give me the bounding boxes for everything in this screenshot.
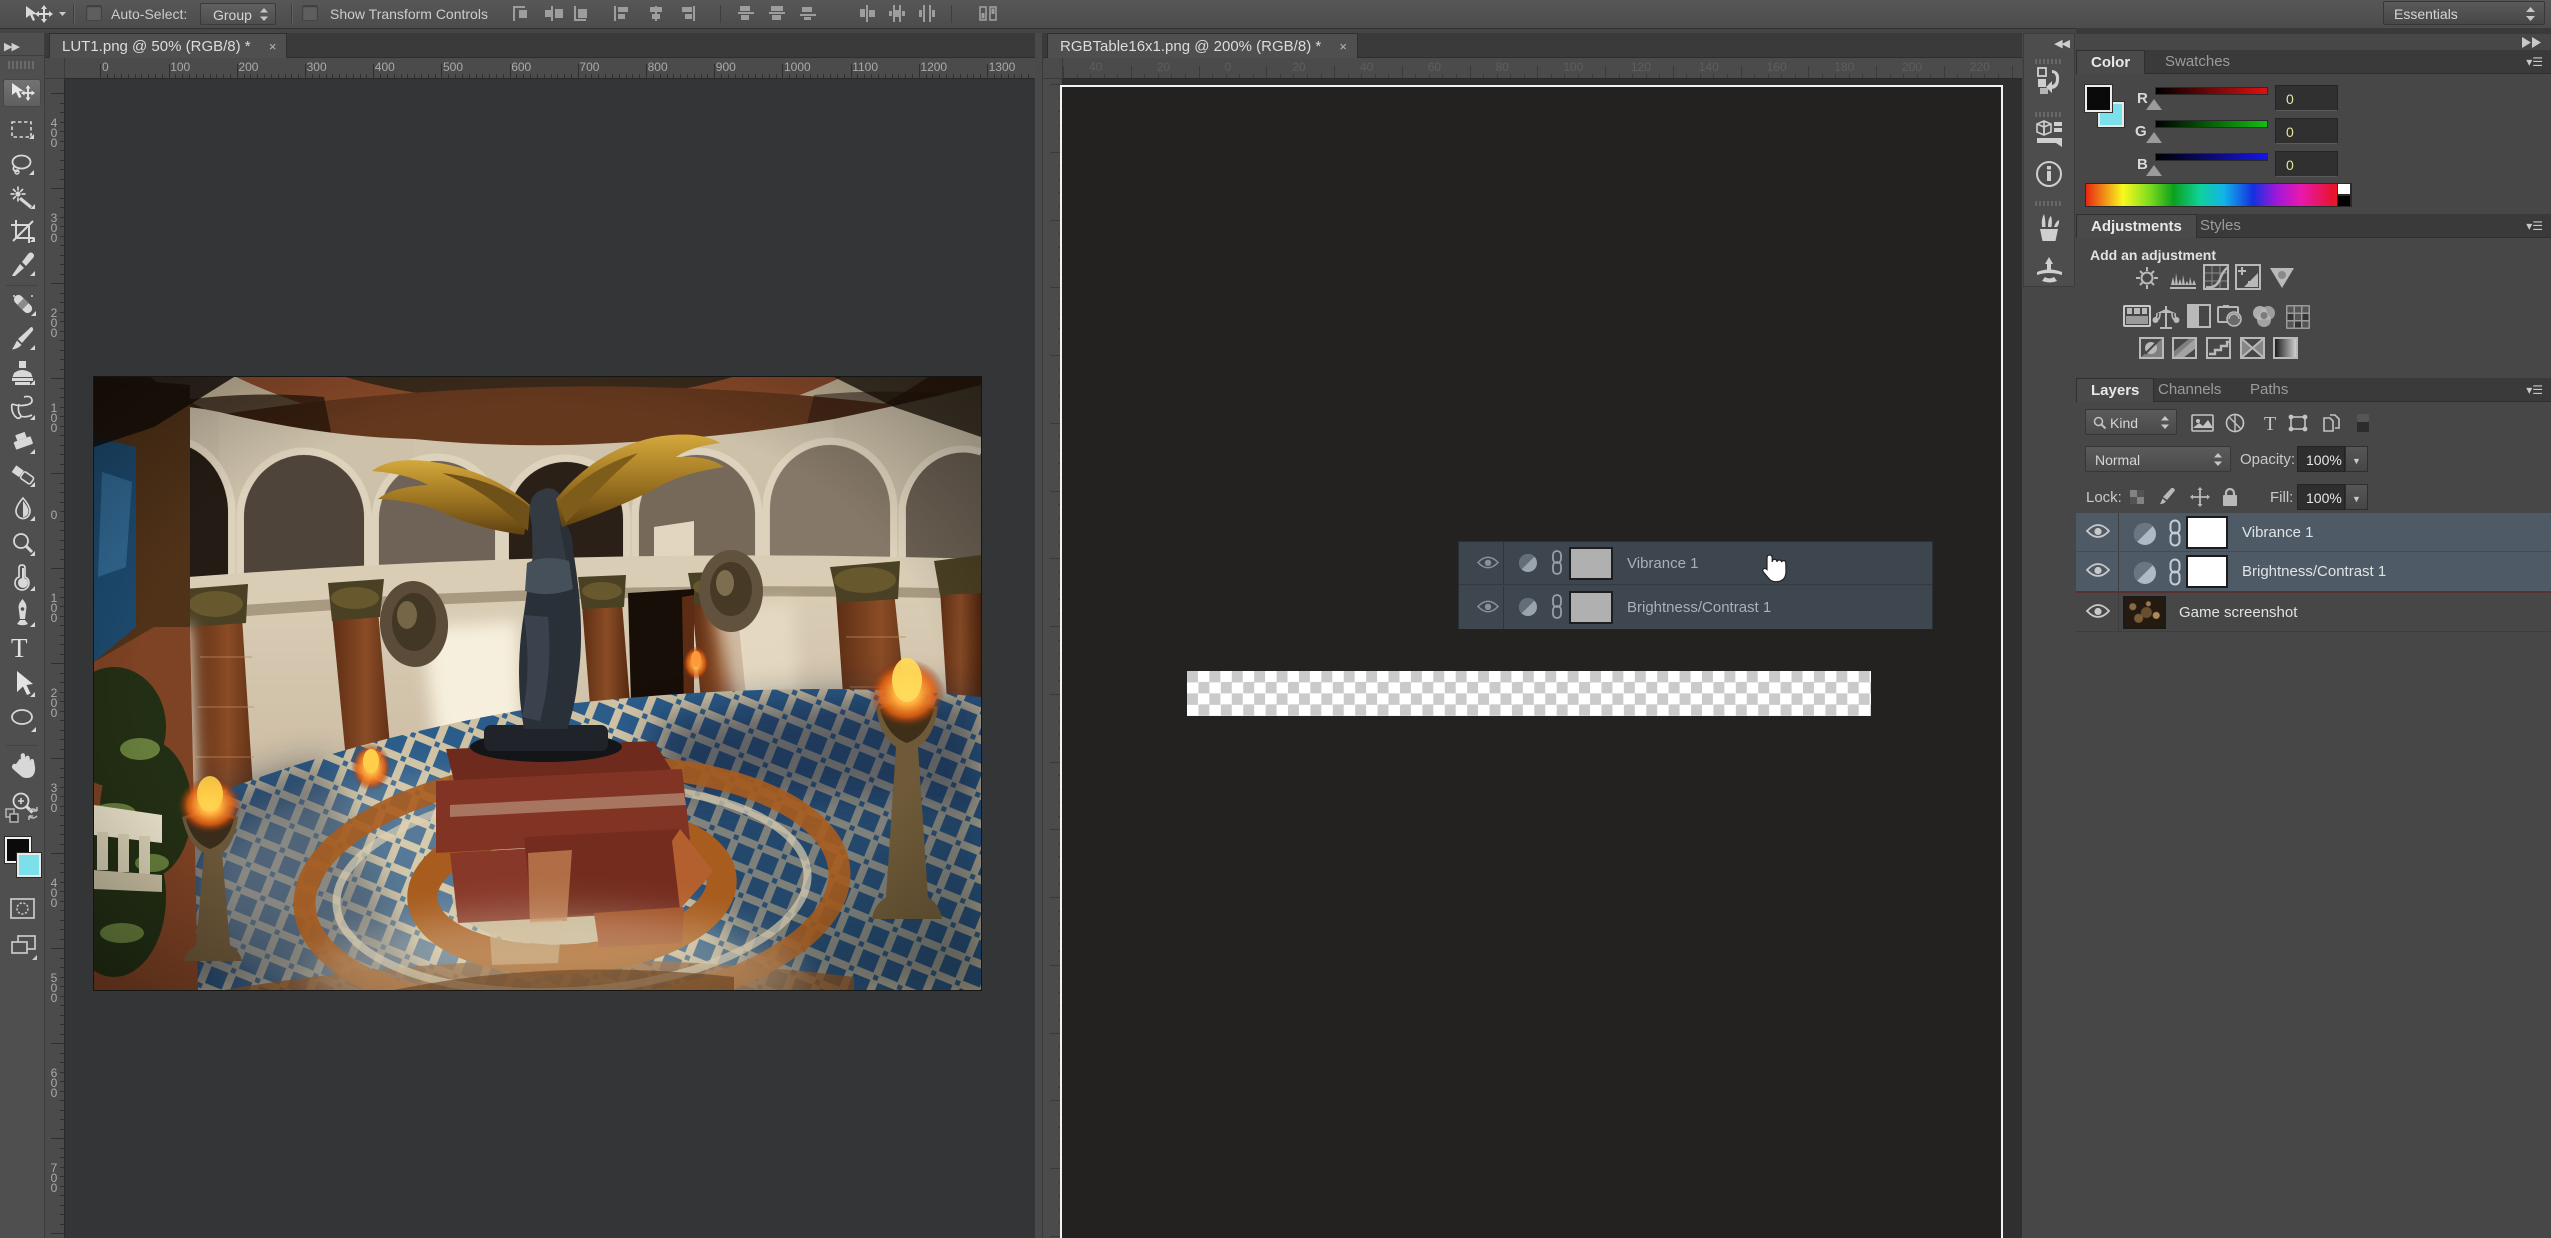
svg-text:T: T: [2264, 413, 2276, 434]
